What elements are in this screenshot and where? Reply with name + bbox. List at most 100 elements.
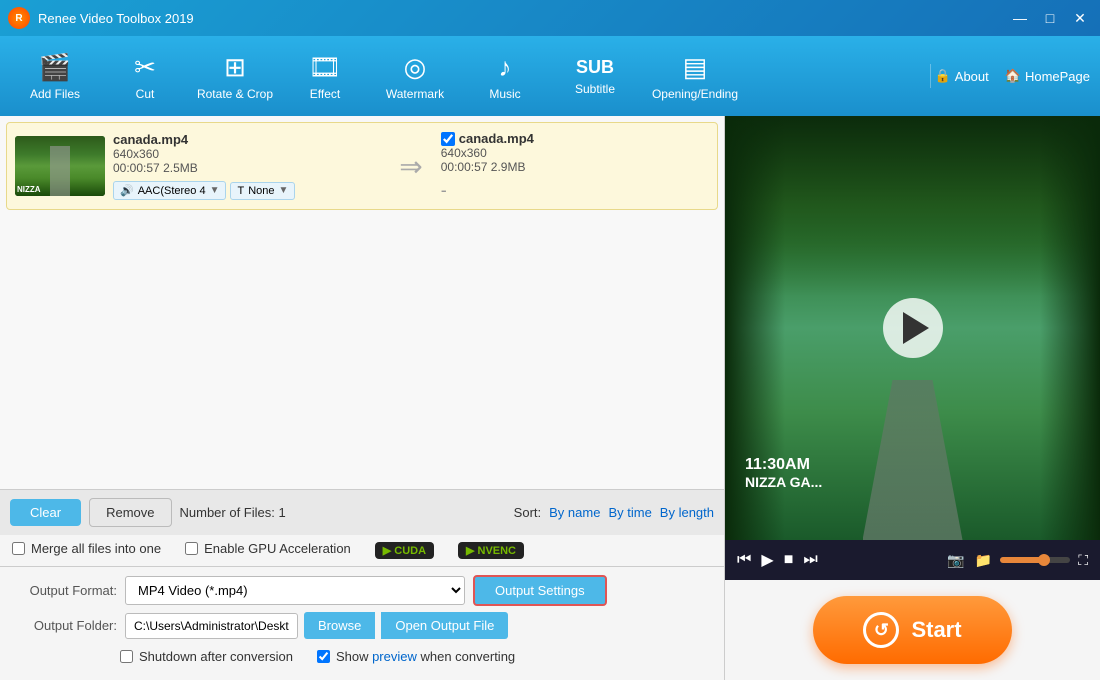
open-output-button[interactable]: Open Output File bbox=[381, 612, 508, 639]
rotate-crop-label: Rotate & Crop bbox=[197, 87, 273, 101]
opening-ending-label: Opening/Ending bbox=[652, 87, 738, 101]
merge-checkbox-row: Merge all files into one bbox=[12, 541, 161, 556]
subtitle-icon: SUB bbox=[576, 57, 614, 78]
volume-bar[interactable] bbox=[1000, 557, 1070, 563]
play-pause-button[interactable]: ▶ bbox=[759, 548, 775, 572]
output-dash: - bbox=[441, 180, 709, 201]
toolbar-effect[interactable]: 🎞 Effect bbox=[280, 40, 370, 112]
settings-panel: Output Format: MP4 Video (*.mp4) Output … bbox=[0, 566, 724, 680]
browse-button[interactable]: Browse bbox=[304, 612, 375, 639]
video-controls: ⏮ ▶ ■ ⏭ 📷 📁 ⛶ bbox=[725, 540, 1100, 580]
about-link[interactable]: 🔒 About bbox=[935, 68, 989, 84]
sort-by-length[interactable]: By length bbox=[660, 505, 714, 520]
input-duration: 00:00:57 bbox=[113, 161, 160, 175]
input-file-name: canada.mp4 bbox=[113, 132, 381, 147]
start-section: ↺ Start bbox=[725, 580, 1100, 680]
output-folder-row: Output Folder: BrowseOpen Output File bbox=[12, 612, 712, 639]
preview-link[interactable]: preview bbox=[372, 649, 417, 664]
start-button[interactable]: ↺ Start bbox=[813, 596, 1011, 664]
lock-icon: 🔒 bbox=[935, 68, 951, 84]
audio-dropdown[interactable]: 🔊 AAC(Stereo 4 ▼ bbox=[113, 181, 226, 200]
home-icon: 🏠 bbox=[1005, 68, 1021, 84]
nvidia-logo: ▶ bbox=[383, 544, 391, 557]
toolbar-add-files[interactable]: 🎬 Add Files bbox=[10, 40, 100, 112]
top-checkboxes: Merge all files into one Enable GPU Acce… bbox=[0, 535, 724, 566]
close-button[interactable]: ✕ bbox=[1068, 6, 1092, 30]
preview-label[interactable]: Show preview when converting bbox=[336, 649, 515, 664]
output-file-info: canada.mp4 640x360 00:00:57 2.9MB - bbox=[441, 131, 709, 201]
folder-button[interactable]: 📁 bbox=[973, 550, 994, 571]
gpu-label[interactable]: Enable GPU Acceleration bbox=[204, 541, 351, 556]
add-files-label: Add Files bbox=[30, 87, 80, 101]
file-item: NIZZA canada.mp4 640x360 00:00:57 2.5MB … bbox=[6, 122, 718, 210]
merge-checkbox[interactable] bbox=[12, 542, 25, 555]
play-button[interactable] bbox=[883, 298, 943, 358]
video-overlay: 11:30AM NIZZA GA... bbox=[745, 456, 822, 490]
nvenc-label: NVENC bbox=[478, 545, 517, 557]
watermark-icon: ◎ bbox=[404, 52, 427, 83]
volume-fill bbox=[1000, 557, 1042, 563]
fullscreen-button[interactable]: ⛶ bbox=[1076, 550, 1090, 571]
sort-by-time[interactable]: By time bbox=[608, 505, 651, 520]
arrow-right-icon: ⇒ bbox=[399, 150, 422, 183]
toolbar-watermark[interactable]: ◎ Watermark bbox=[370, 40, 460, 112]
folder-input[interactable] bbox=[125, 613, 298, 639]
toolbar-rotate-crop[interactable]: ⊞ Rotate & Crop bbox=[190, 40, 280, 112]
title-bar: R Renee Video Toolbox 2019 — □ ✕ bbox=[0, 0, 1100, 36]
homepage-link[interactable]: 🏠 HomePage bbox=[1005, 68, 1090, 84]
effect-label: Effect bbox=[310, 87, 340, 101]
sort-section: Sort: By name By time By length bbox=[514, 505, 714, 520]
shutdown-label[interactable]: Shutdown after conversion bbox=[139, 649, 293, 664]
subtitle-dropdown[interactable]: T None ▼ bbox=[230, 182, 295, 200]
app-title: Renee Video Toolbox 2019 bbox=[38, 11, 1008, 26]
music-label: Music bbox=[489, 87, 520, 101]
subtitle-dropdown-arrow: ▼ bbox=[279, 185, 289, 196]
output-file-name: canada.mp4 bbox=[441, 131, 709, 146]
about-label: About bbox=[955, 69, 989, 84]
video-preview: 11:30AM NIZZA GA... bbox=[725, 116, 1100, 540]
maximize-button[interactable]: □ bbox=[1038, 6, 1062, 30]
preview-checkbox[interactable] bbox=[317, 650, 330, 663]
sort-by-name[interactable]: By name bbox=[549, 505, 600, 520]
folder-input-group: BrowseOpen Output File bbox=[125, 612, 508, 639]
shutdown-checkbox[interactable] bbox=[120, 650, 133, 663]
audio-label: AAC(Stereo 4 bbox=[138, 185, 206, 197]
bottom-controls: Clear Remove Number of Files: 1 Sort: By… bbox=[0, 489, 724, 535]
thumb-road bbox=[50, 146, 70, 196]
clear-button[interactable]: Clear bbox=[10, 499, 81, 526]
input-size: 2.5MB bbox=[163, 161, 198, 175]
gpu-checkbox[interactable] bbox=[185, 542, 198, 555]
stop-button[interactable]: ■ bbox=[782, 549, 796, 571]
app-logo: R bbox=[8, 7, 30, 29]
output-folder-label: Output Folder: bbox=[12, 618, 117, 633]
output-checkbox[interactable] bbox=[441, 132, 455, 146]
input-file-resolution: 640x360 bbox=[113, 147, 381, 161]
output-size: 2.9MB bbox=[491, 160, 526, 174]
toolbar-subtitle[interactable]: SUB Subtitle bbox=[550, 40, 640, 112]
toolbar-cut[interactable]: ✂ Cut bbox=[100, 40, 190, 112]
output-duration-size: 00:00:57 2.9MB bbox=[441, 160, 709, 174]
toolbar-music[interactable]: ♪ Music bbox=[460, 40, 550, 112]
toolbar-opening-ending[interactable]: ▤ Opening/Ending bbox=[640, 40, 750, 112]
skip-back-button[interactable]: ⏮ bbox=[735, 549, 753, 571]
output-format-select[interactable]: MP4 Video (*.mp4) bbox=[125, 576, 465, 605]
toolbar-separator bbox=[930, 64, 931, 88]
skip-forward-button[interactable]: ⏭ bbox=[801, 549, 819, 571]
rotate-crop-icon: ⊞ bbox=[224, 52, 246, 83]
cuda-label: CUDA bbox=[394, 545, 426, 557]
video-location: NIZZA GA... bbox=[745, 474, 822, 490]
sort-label: Sort: bbox=[514, 505, 541, 520]
screenshot-button[interactable]: 📷 bbox=[945, 550, 966, 571]
remove-button[interactable]: Remove bbox=[89, 498, 171, 527]
audio-dropdown-arrow: ▼ bbox=[210, 185, 220, 196]
subtitle-label: Subtitle bbox=[575, 82, 615, 96]
minimize-button[interactable]: — bbox=[1008, 6, 1032, 30]
gpu-checkbox-row: Enable GPU Acceleration bbox=[185, 541, 351, 556]
merge-label[interactable]: Merge all files into one bbox=[31, 541, 161, 556]
output-settings-button[interactable]: Output Settings bbox=[473, 575, 607, 606]
video-time: 11:30AM bbox=[745, 456, 822, 474]
volume-thumb bbox=[1038, 554, 1050, 566]
cuda-badge: ▶ CUDA bbox=[375, 542, 434, 559]
input-file-controls: 🔊 AAC(Stereo 4 ▼ T None ▼ bbox=[113, 181, 381, 200]
toolbar: 🎬 Add Files ✂ Cut ⊞ Rotate & Crop 🎞 Effe… bbox=[0, 36, 1100, 116]
